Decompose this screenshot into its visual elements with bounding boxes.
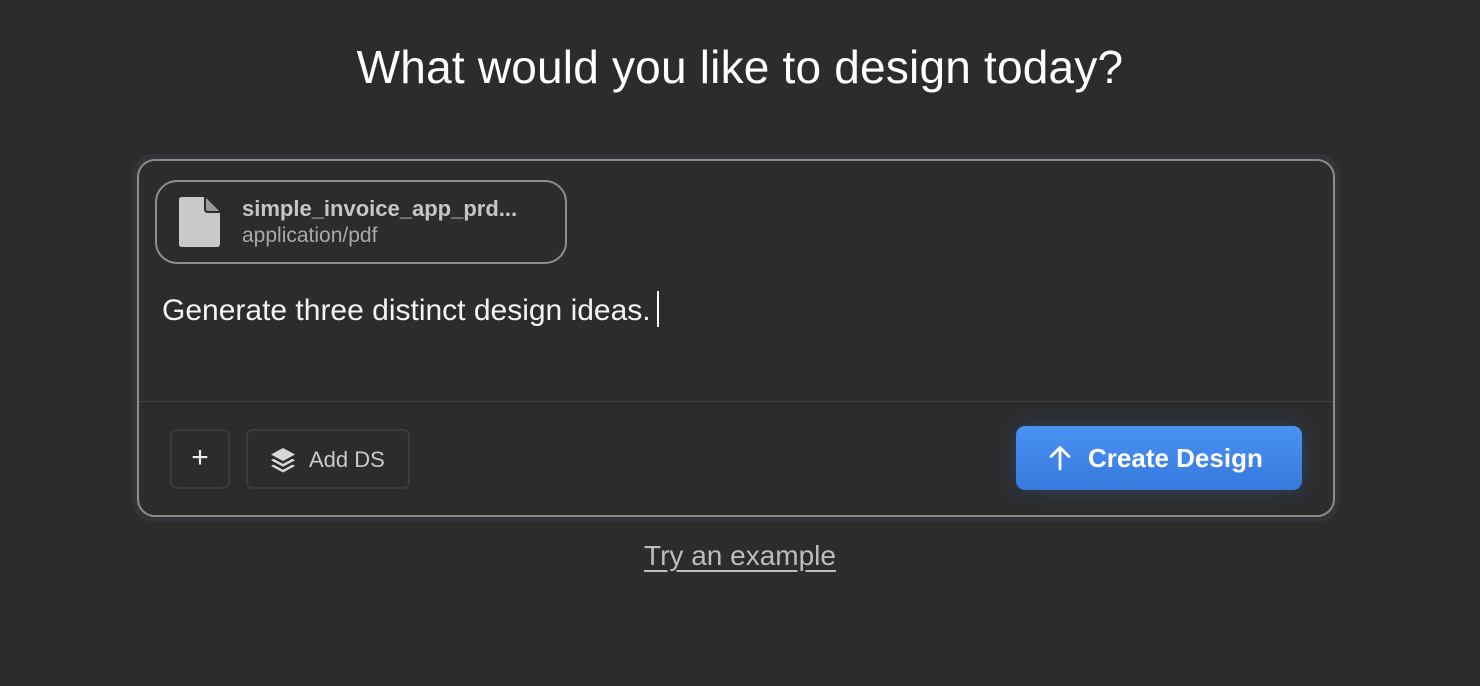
add-ds-label: Add DS <box>309 447 385 472</box>
layers-icon <box>271 448 295 473</box>
attachment-file-type: application/pdf <box>242 224 378 247</box>
file-icon <box>179 197 220 247</box>
prompt-input-text: Generate three distinct design ideas. <box>162 294 651 327</box>
composer-divider <box>139 401 1333 402</box>
create-design-button[interactable]: Create Design <box>1016 426 1302 490</box>
prompt-composer[interactable]: simple_invoice_app_prd... application/pd… <box>137 159 1335 517</box>
page-title: What would you like to design today? <box>356 41 1124 93</box>
try-example-link[interactable]: Try an example <box>0 540 1480 572</box>
plus-icon: + <box>191 441 209 474</box>
arrow-up-icon <box>1049 446 1071 471</box>
prompt-input[interactable]: Generate three distinct design ideas. <box>162 291 659 328</box>
create-design-label: Create Design <box>1088 443 1263 473</box>
add-attachment-button[interactable]: + <box>170 429 230 489</box>
page: What would you like to design today? sim… <box>0 0 1480 686</box>
attachment-chip[interactable]: simple_invoice_app_prd... application/pd… <box>155 180 567 264</box>
add-ds-button[interactable]: Add DS <box>246 429 410 489</box>
attachment-file-name: simple_invoice_app_prd... <box>242 196 518 221</box>
text-caret <box>656 291 659 327</box>
